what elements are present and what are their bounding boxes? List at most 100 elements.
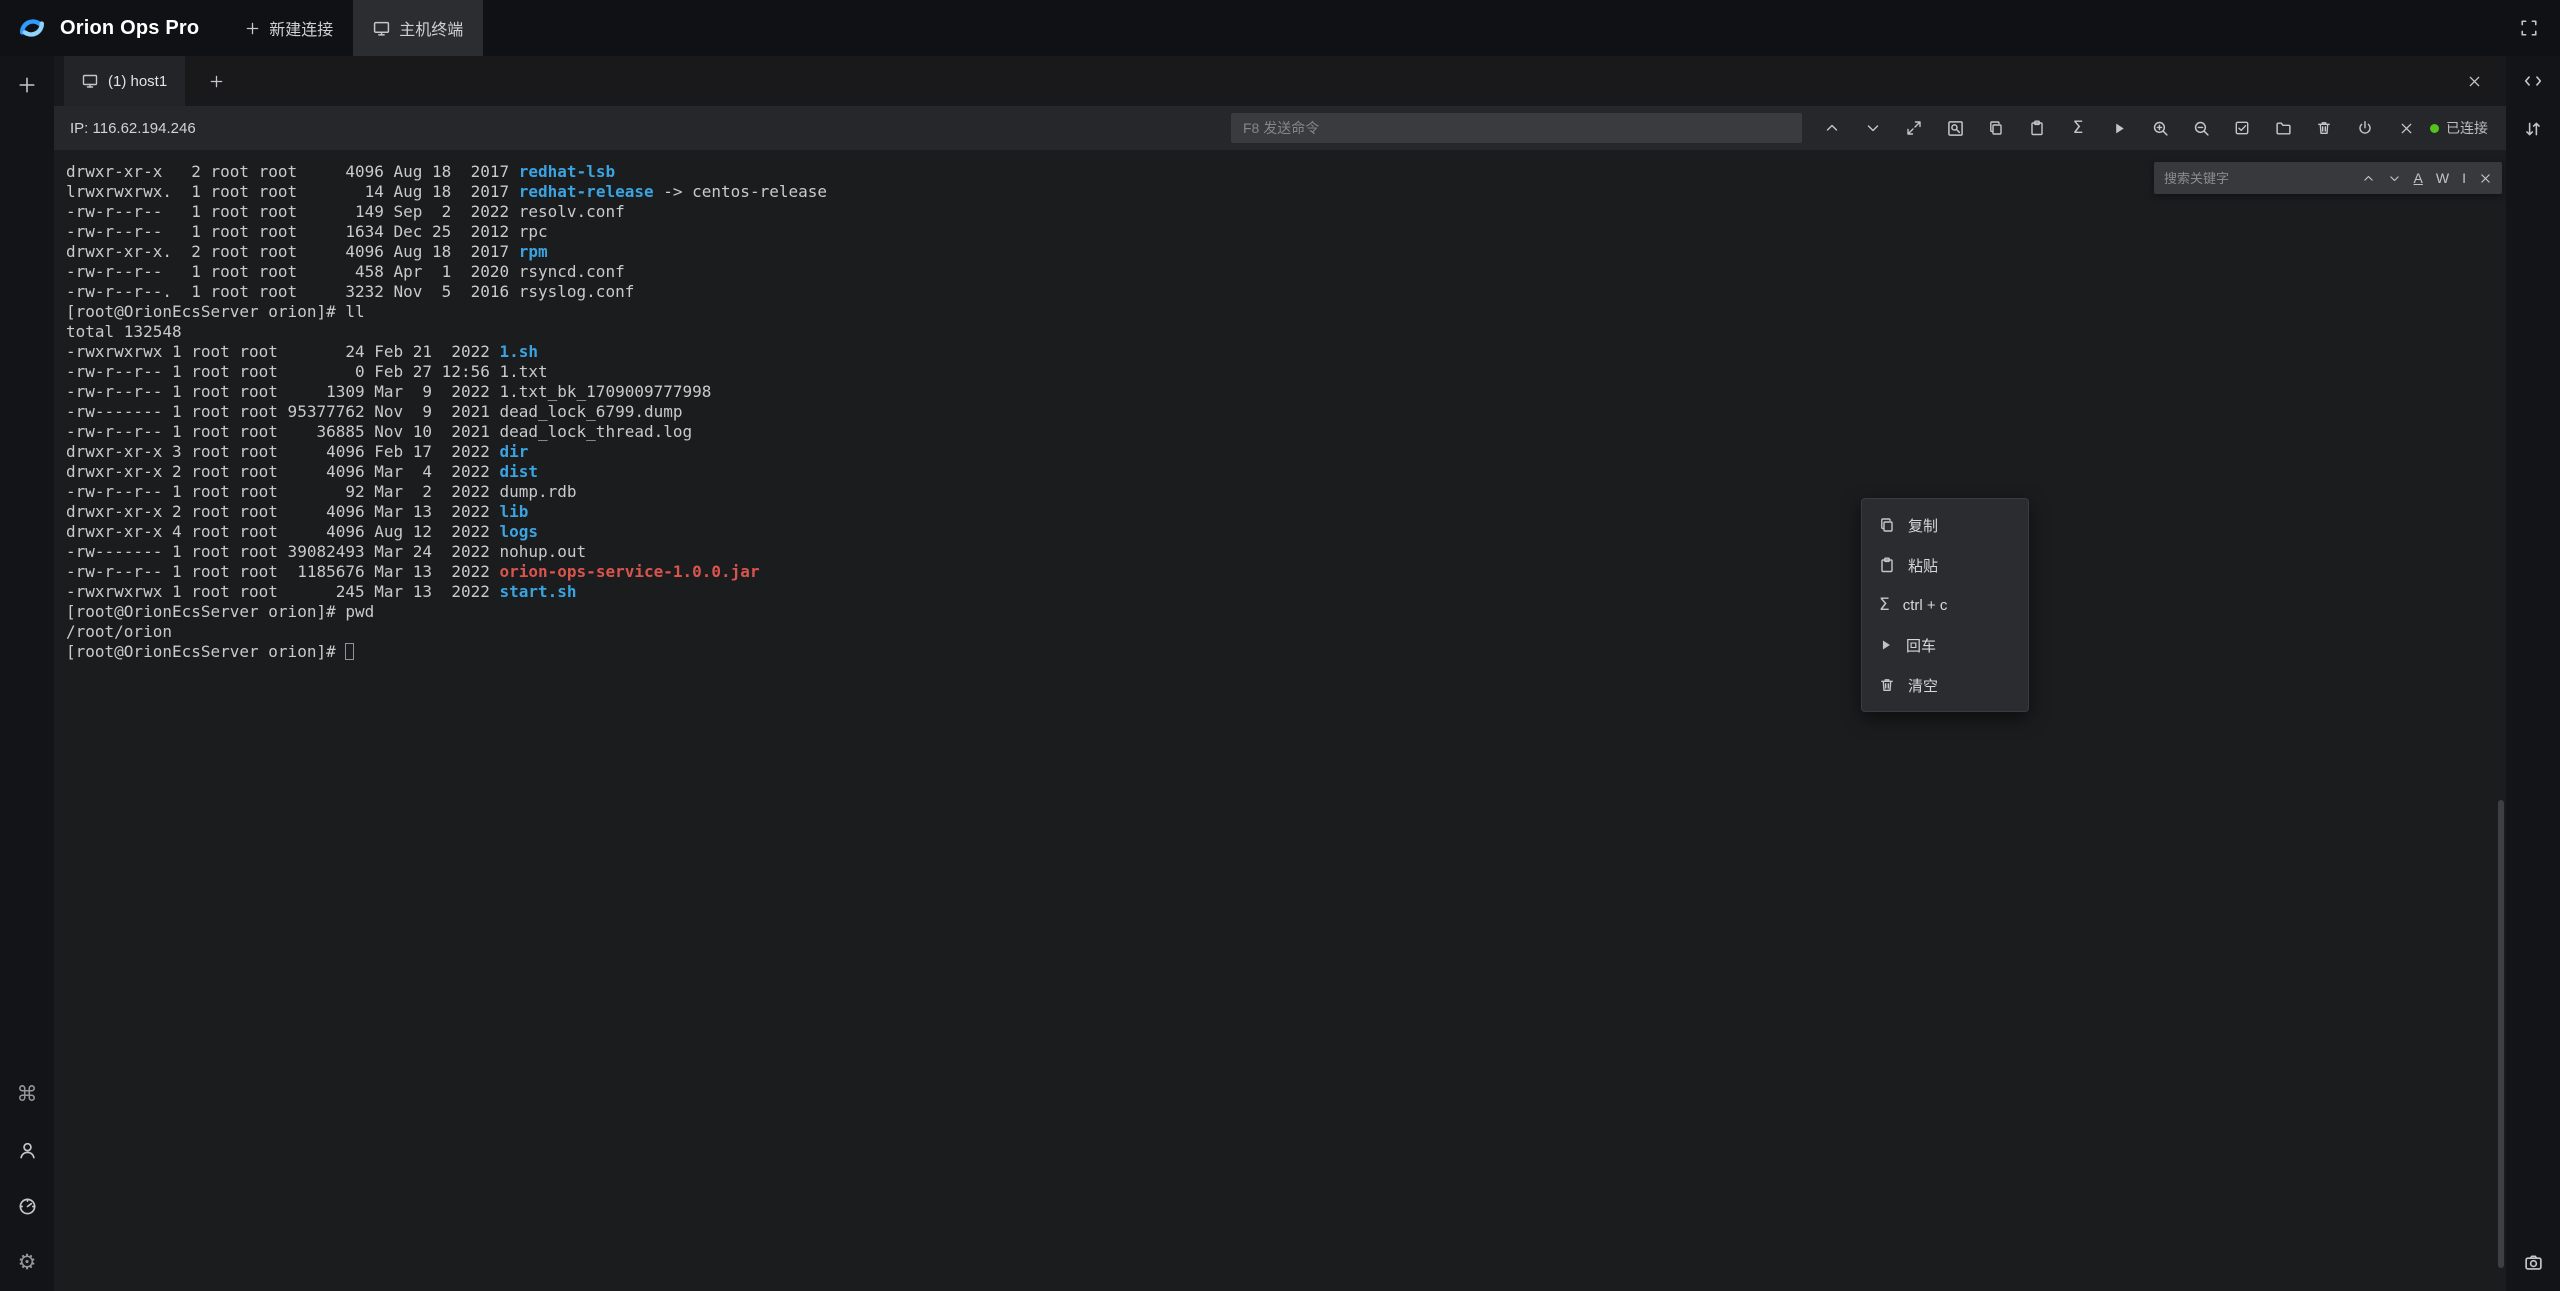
fullscreen-icon[interactable] <box>2514 13 2544 43</box>
context-menu-item-clear[interactable]: 清空 <box>1862 665 2028 705</box>
terminal-text-segment: dir <box>499 442 528 461</box>
new-tab-plus-icon[interactable] <box>203 68 230 95</box>
match-case-button[interactable]: A <box>2414 170 2423 186</box>
terminal-text-segment: -rw-r--r-- 1 root root 92 Mar 2 2022 dum… <box>66 482 577 501</box>
right-sidebar <box>2506 56 2560 1291</box>
context-menu-item-label: 清空 <box>1908 675 1938 696</box>
terminal-search-widget: A W I <box>2154 162 2502 194</box>
terminal-text-segment: [root@OrionEcsServer orion]# pwd <box>66 602 374 621</box>
toolbar-icons: Σ <box>1822 118 2416 138</box>
regex-button[interactable]: I <box>2462 170 2466 186</box>
folder-icon[interactable] <box>2273 118 2293 138</box>
command-icon[interactable]: ⌘ <box>10 1077 44 1111</box>
open-search-icon[interactable] <box>1945 118 1965 138</box>
camera-icon[interactable] <box>2516 1245 2550 1279</box>
terminal-text-segment: redhat-release <box>519 182 654 201</box>
code-icon[interactable] <box>2516 64 2550 98</box>
terminal-line: [root@OrionEcsServer orion]# ll <box>66 302 2506 322</box>
user-icon[interactable] <box>10 1133 44 1167</box>
terminal-line: [root@OrionEcsServer orion]# pwd <box>66 602 2506 622</box>
brand: Orion Ops Pro <box>16 12 199 44</box>
search-next-icon[interactable] <box>2388 172 2401 185</box>
terminal-text-segment: drwxr-xr-x 3 root root 4096 Feb 17 2022 <box>66 442 499 461</box>
terminal-text-segment: -rw-r--r-- 1 root root 0 Feb 27 12:56 1.… <box>66 362 548 381</box>
close-icon[interactable] <box>2396 118 2416 138</box>
terminal-line: drwxr-xr-x 3 root root 4096 Feb 17 2022 … <box>66 442 2506 462</box>
tab-host1[interactable]: (1) host1 <box>64 56 185 106</box>
host-terminal-label: 主机终端 <box>399 16 463 40</box>
zoom-in-icon[interactable] <box>2150 118 2170 138</box>
terminal-line: -rw------- 1 root root 39082493 Mar 24 2… <box>66 542 2506 562</box>
search-prev-icon[interactable] <box>2362 172 2375 185</box>
app-window: Orion Ops Pro 新建连接 主机终端 ⌘ <box>0 0 2560 1291</box>
sort-icon[interactable] <box>2516 112 2550 146</box>
terminal-text-segment: 1.sh <box>499 342 538 361</box>
terminal-text-segment: -rw-r--r--. 1 root root 3232 Nov 5 2016 … <box>66 282 634 301</box>
context-menu-item-copy[interactable]: 复制 <box>1862 505 2028 545</box>
terminal-line: drwxr-xr-x. 2 root root 4096 Aug 18 2017… <box>66 242 2506 262</box>
host-terminal-menu-item[interactable]: 主机终端 <box>353 0 483 56</box>
chevron-down-icon[interactable] <box>1863 118 1883 138</box>
brand-title: Orion Ops Pro <box>60 17 199 40</box>
top-bar: Orion Ops Pro 新建连接 主机终端 <box>0 0 2560 56</box>
expand-icon[interactable] <box>1904 118 1924 138</box>
new-connection-menu-item[interactable]: 新建连接 <box>225 0 353 56</box>
zoom-out-icon[interactable] <box>2191 118 2211 138</box>
terminal-line: drwxr-xr-x 4 root root 4096 Aug 12 2022 … <box>66 522 2506 542</box>
context-menu-item-ctrl-c[interactable]: Σ ctrl + c <box>1862 585 2028 625</box>
context-menu-item-label: 复制 <box>1908 515 1938 536</box>
context-menu-item-enter[interactable]: 回车 <box>1862 625 2028 665</box>
checkbox-icon[interactable] <box>2232 118 2252 138</box>
terminal-context-menu: 复制 粘贴 Σ ctrl + c <box>1861 498 2029 712</box>
chevron-up-icon[interactable] <box>1822 118 1842 138</box>
trash-icon <box>1879 677 1895 693</box>
center-column: (1) host1 IP: 116.62.194.246 <box>54 56 2506 1291</box>
terminal-text-segment: redhat-lsb <box>519 162 615 181</box>
send-command-input[interactable] <box>1231 113 1802 143</box>
play-icon[interactable] <box>2109 118 2129 138</box>
trash-icon[interactable] <box>2314 118 2334 138</box>
terminal-line: -rw-r--r--. 1 root root 3232 Nov 5 2016 … <box>66 282 2506 302</box>
terminal-text-segment: lib <box>499 502 528 521</box>
search-close-icon[interactable] <box>2479 172 2492 185</box>
terminal-text-segment: drwxr-xr-x 2 root root 4096 Mar 13 2022 <box>66 502 499 521</box>
terminal-line: -rw-r--r-- 1 root root 149 Sep 2 2022 re… <box>66 202 2506 222</box>
terminal-line: drwxr-xr-x 2 root root 4096 Mar 13 2022 … <box>66 502 2506 522</box>
terminal-text-segment: dist <box>499 462 538 481</box>
terminal-text-segment: /root/orion <box>66 622 172 641</box>
gear-icon[interactable]: ⚙ <box>10 1245 44 1279</box>
plus-icon <box>245 21 260 36</box>
search-input[interactable] <box>2164 171 2349 186</box>
terminal-line: -rw-r--r-- 1 root root 458 Apr 1 2020 rs… <box>66 262 2506 282</box>
tab-bar: (1) host1 <box>54 56 2506 106</box>
terminal-text-segment: -rw-r--r-- 1 root root 458 Apr 1 2020 rs… <box>66 262 625 281</box>
terminal-scrollbar[interactable] <box>2498 800 2504 1268</box>
terminal-text-segment: -> centos-release <box>654 182 827 201</box>
terminal-panel[interactable]: drwxr-xr-x 2 root root 4096 Aug 18 2017 … <box>54 150 2506 1291</box>
terminal-text-segment: drwxr-xr-x 2 root root 4096 Aug 18 2017 <box>66 162 519 181</box>
connection-status: 已连接 <box>2430 118 2488 138</box>
monitor-gauge-icon[interactable] <box>10 1189 44 1223</box>
play-icon <box>1879 638 1893 652</box>
terminal-line: -rw------- 1 root root 95377762 Nov 9 20… <box>66 402 2506 422</box>
context-menu-item-paste[interactable]: 粘贴 <box>1862 545 2028 585</box>
paste-icon[interactable] <box>2027 118 2047 138</box>
sigma-icon[interactable]: Σ <box>2068 118 2088 138</box>
add-session-plus-icon[interactable] <box>10 68 44 102</box>
whole-word-button[interactable]: W <box>2436 170 2449 186</box>
right-sidebar-bottom <box>2516 1245 2550 1279</box>
copy-icon[interactable] <box>1986 118 2006 138</box>
terminal-text-segment: -rw-r--r-- 1 root root 1309 Mar 9 2022 1… <box>66 382 711 401</box>
terminal-text-segment: -rw-r--r-- 1 root root 149 Sep 2 2022 re… <box>66 202 625 221</box>
sigma-icon: Σ <box>1879 597 1890 614</box>
terminal-text-segment: -rw-r--r-- 1 root root 36885 Nov 10 2021… <box>66 422 692 441</box>
copy-icon <box>1879 517 1895 533</box>
context-menu-item-label: 回车 <box>1906 635 1936 656</box>
context-menu-item-label: ctrl + c <box>1903 597 1948 614</box>
power-icon[interactable] <box>2355 118 2375 138</box>
close-all-icon[interactable] <box>2461 68 2488 95</box>
terminal-text-segment: drwxr-xr-x 2 root root 4096 Mar 4 2022 <box>66 462 499 481</box>
left-sidebar-bottom: ⌘ ⚙ <box>10 1077 44 1279</box>
terminal-text-segment: -rw-r--r-- 1 root root 1634 Dec 25 2012 … <box>66 222 548 241</box>
terminal-text-segment: -rw-r--r-- 1 root root 1185676 Mar 13 20… <box>66 562 499 581</box>
